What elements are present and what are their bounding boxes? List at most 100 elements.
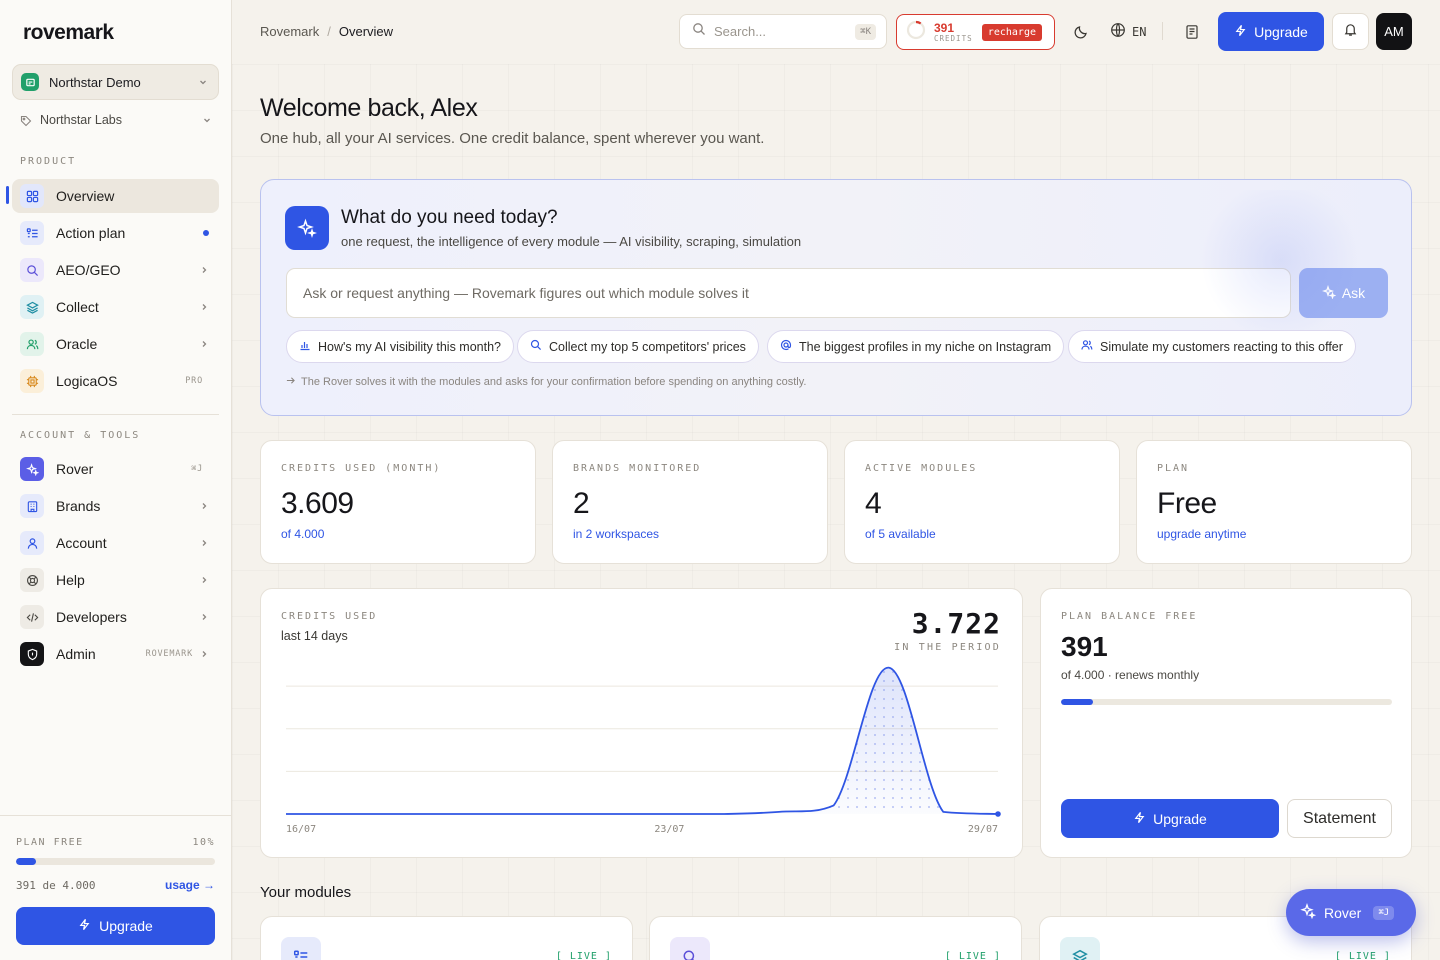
ask-title: What do you need today? [341, 207, 558, 228]
workspace-icon [21, 73, 39, 91]
sidebar-item-label: Help [56, 572, 85, 588]
sidebar-item-rover[interactable]: Rover ⌘J [12, 452, 219, 486]
arrow-right-icon [286, 376, 295, 388]
ask-note-text: The Rover solves it with the modules and… [301, 376, 807, 388]
ask-note: The Rover solves it with the modules and… [286, 376, 806, 388]
rover-shortcut: ⌘J [1373, 905, 1395, 920]
document-icon[interactable] [1182, 22, 1202, 42]
chart-point-13 [995, 811, 1001, 817]
ask-input[interactable] [286, 268, 1291, 318]
rover-assistant-button[interactable]: Rover ⌘J [1286, 889, 1416, 936]
sidebar-item-aeo-geo[interactable]: AEO/GEO [12, 253, 219, 287]
sidebar-item-label: Overview [56, 188, 115, 204]
list-icon [281, 937, 321, 960]
ask-button[interactable]: Ask [1299, 268, 1388, 318]
modules-section-title: Your modules [260, 884, 352, 901]
module-card-action-plan[interactable]: [ LIVE ] [260, 916, 633, 960]
usage-text: 391 de 4.000 [16, 878, 96, 892]
stat-card-active-modules: ACTIVE MODULES 4 of 5 available [844, 440, 1120, 564]
language-switcher[interactable]: EN [1110, 22, 1146, 41]
chip-label: Simulate my customers reacting to this o… [1100, 339, 1343, 354]
language-code: EN [1132, 24, 1147, 39]
grid-icon [20, 184, 44, 208]
sidebar-item-overview[interactable]: Overview [12, 179, 219, 213]
stat-label: ACTIVE MODULES [865, 463, 978, 474]
sidebar-item-account[interactable]: Account [12, 526, 219, 560]
chart-x-tick-label: 23/07 [654, 824, 684, 835]
sidebar-item-brands[interactable]: Brands [12, 489, 219, 523]
shield-icon [20, 642, 44, 666]
sidebar-item-admin[interactable]: Admin ROVEMARK [12, 637, 219, 671]
suggestion-chip-instagram[interactable]: The biggest profiles in my niche on Inst… [767, 330, 1065, 363]
active-indicator [6, 186, 9, 204]
organization-select[interactable]: Northstar Labs [20, 110, 212, 130]
usage-row: 391 de 4.000 usage → [16, 878, 215, 892]
balance-upgrade-button[interactable]: Upgrade [1061, 799, 1279, 838]
suggestion-chip-competitor-prices[interactable]: Collect my top 5 competitors' prices [517, 330, 759, 363]
sidebar-item-oracle[interactable]: Oracle [12, 327, 219, 361]
notifications-button[interactable] [1332, 13, 1369, 50]
avatar[interactable]: AM [1376, 13, 1412, 50]
plan-progress-fill [16, 858, 36, 865]
recharge-button[interactable]: recharge [981, 23, 1042, 41]
credits-chart-card: 16/07 23/07 29/07 CREDITS USED last 14 day… [260, 588, 1023, 858]
sidebar-item-label: Collect [56, 299, 99, 315]
sidebar-item-logicaos[interactable]: LogicaOS PRO [12, 364, 219, 398]
rovemark-logo[interactable]: rovemark [23, 21, 114, 45]
sidebar-item-label: Brands [56, 498, 101, 514]
breadcrumb: Rovemark / Overview [260, 24, 393, 39]
lifebuoy-icon [20, 568, 44, 592]
tag-icon [20, 114, 32, 127]
statement-button[interactable]: Statement [1287, 799, 1392, 838]
chart-x-tick-label: 16/07 [286, 824, 316, 835]
chevron-right-icon [199, 575, 209, 585]
credits-indicator[interactable]: 391 CREDITS recharge [896, 14, 1055, 50]
sidebar-upgrade-button[interactable]: Upgrade [16, 907, 215, 945]
rover-label: Rover [1324, 904, 1362, 921]
workspace-name: Northstar Demo [49, 74, 141, 90]
search-input[interactable] [714, 24, 844, 39]
bolt-icon [1133, 811, 1146, 827]
live-badge: [ LIVE ] [1334, 951, 1391, 960]
sidebar-item-label: Developers [56, 609, 127, 625]
module-card-aeo-geo[interactable]: [ LIVE ] [649, 916, 1022, 960]
ask-panel: What do you need today? one request, the… [260, 179, 1412, 416]
stat-sub: of 5 available [865, 527, 936, 541]
admin-badge: ROVEMARK [145, 649, 193, 659]
chart-x-tick-label: 29/07 [968, 824, 998, 835]
breadcrumb-root[interactable]: Rovemark [260, 24, 319, 39]
suggestion-chip-ai-visibility[interactable]: How's my AI visibility this month? [286, 330, 514, 363]
chip-label: The biggest profiles in my niche on Inst… [799, 339, 1052, 354]
plan-row: PLAN FREE 10% [16, 837, 215, 848]
list-icon [20, 221, 44, 245]
sidebar-item-action-plan[interactable]: Action plan [12, 216, 219, 250]
moon-icon[interactable] [1071, 22, 1091, 42]
breadcrumb-current: Overview [338, 24, 394, 39]
suggestion-chip-simulate[interactable]: Simulate my customers reacting to this o… [1068, 330, 1356, 363]
sidebar-divider [12, 414, 219, 415]
chevron-down-icon [198, 77, 208, 87]
layers-icon [1060, 937, 1100, 960]
sidebar-item-developers[interactable]: Developers [12, 600, 219, 634]
sidebar-item-collect[interactable]: Collect [12, 290, 219, 324]
sparkles-icon [285, 206, 329, 250]
organization-name: Northstar Labs [40, 113, 122, 127]
stat-sub[interactable]: upgrade anytime [1157, 527, 1246, 541]
live-badge: [ LIVE ] [944, 951, 1001, 960]
usage-link[interactable]: usage → [165, 878, 215, 892]
search-box[interactable]: ⌘K [679, 14, 887, 49]
search-icon [692, 22, 706, 41]
chart-area-dots [286, 667, 998, 814]
sidebar-item-label: Rover [56, 461, 94, 477]
sidebar-item-label: Oracle [56, 336, 98, 352]
chevron-right-icon [199, 339, 209, 349]
topbar-upgrade-button[interactable]: Upgrade [1218, 12, 1324, 51]
topbar-upgrade-label: Upgrade [1254, 23, 1308, 40]
workspace-select[interactable]: Northstar Demo [12, 64, 219, 100]
section-label-account: ACCOUNT & TOOLS [20, 430, 141, 441]
sidebar-item-help[interactable]: Help [12, 563, 219, 597]
sparkles-icon [1300, 902, 1317, 922]
stat-value: Free [1157, 487, 1217, 520]
search-icon [670, 937, 710, 960]
balance-sub: of 4.000 · renews monthly [1061, 668, 1200, 682]
